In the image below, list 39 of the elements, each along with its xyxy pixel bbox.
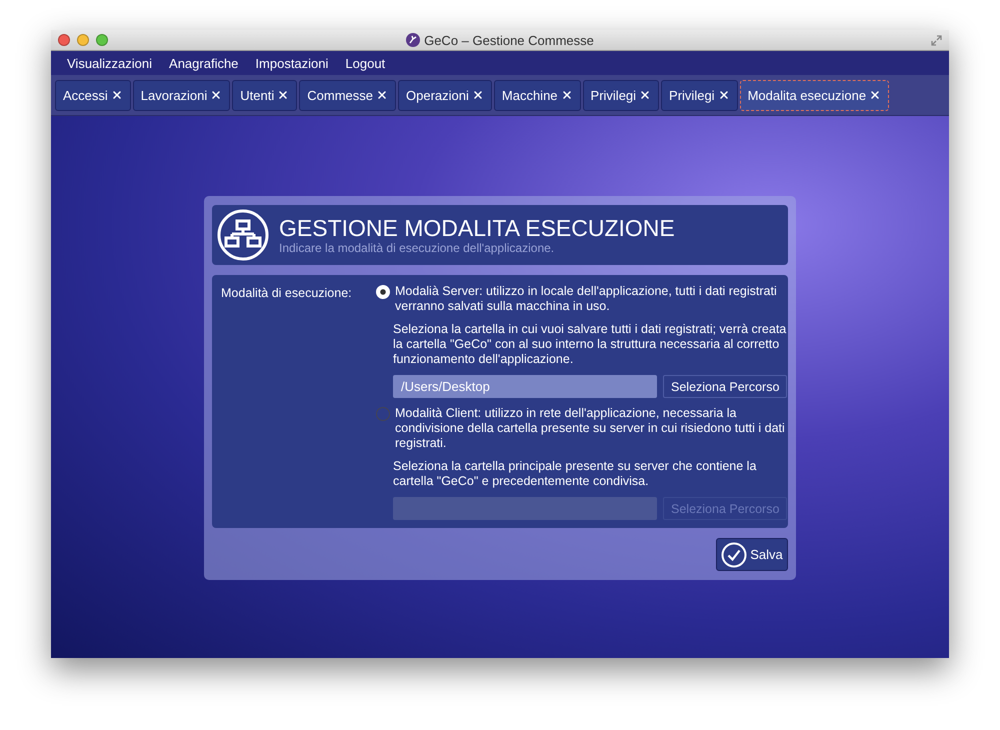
dialog-title: GESTIONE MODALITA ESECUZIONE bbox=[279, 215, 675, 241]
menu-item[interactable]: Impostazioni bbox=[255, 56, 328, 70]
tab[interactable]: Utenti bbox=[232, 80, 298, 110]
close-icon[interactable] bbox=[210, 89, 222, 101]
close-icon[interactable] bbox=[869, 89, 882, 101]
close-icon[interactable] bbox=[639, 89, 652, 101]
menu-item[interactable]: Visualizzazioni bbox=[67, 56, 152, 70]
tab[interactable]: Commesse bbox=[299, 80, 396, 110]
save-button[interactable]: Salva bbox=[716, 538, 788, 571]
option-label: Modalià Server: utilizzo in locale dell'applicazione, tutti i dati registrati verranno salvati sulla macchina in uso. bbox=[395, 284, 778, 314]
tab[interactable]: Macchine bbox=[494, 80, 581, 110]
tab[interactable]: Privilegi bbox=[661, 80, 738, 110]
option-note: Seleziona la cartella in cui vuoi salvare tutti i dati registrati; verrà creata la cartella "GeCo" con al suo interno la struttura necessaria al corretto funzionamento dell'applicazione. bbox=[392, 322, 788, 367]
tab[interactable]: Accessi bbox=[55, 80, 131, 110]
tab[interactable]: Modalita esecuzione bbox=[740, 80, 890, 110]
tab[interactable]: Privilegi bbox=[582, 80, 660, 110]
field-label: Modalità di esecuzione: bbox=[221, 286, 352, 300]
path-field[interactable]: /Users/Desktop bbox=[393, 375, 657, 398]
dialog-subtitle: Indicare la modalità di esecuzione dell'applicazione. bbox=[279, 241, 556, 255]
tab[interactable]: Operazioni bbox=[398, 80, 492, 110]
tab[interactable]: Lavorazioni bbox=[132, 80, 230, 110]
menu-item[interactable]: Anagrafiche bbox=[169, 56, 238, 70]
window-title: GeCo – Gestione Commesse bbox=[424, 32, 594, 48]
option-note: Seleziona la cartella principale presente su server che contiene la cartella "GeCo" e precedentemente condivisa. bbox=[392, 459, 758, 489]
select-path-button[interactable]: Seleziona Percorso bbox=[663, 375, 788, 398]
menu-item[interactable]: Logout bbox=[345, 56, 386, 70]
option-label: Modalità Client: utilizzo in rete dell'applicazione, necessaria la condivisione della cartella presente su server in cui risiedono tutti i dati registrati. bbox=[395, 406, 786, 451]
close-icon[interactable] bbox=[376, 89, 388, 101]
close-icon[interactable] bbox=[58, 34, 70, 46]
close-icon[interactable] bbox=[472, 89, 484, 101]
close-icon[interactable] bbox=[718, 89, 730, 101]
network-icon bbox=[217, 209, 269, 261]
checkmark-icon bbox=[721, 542, 748, 568]
zoom-icon[interactable] bbox=[96, 34, 108, 46]
close-icon[interactable] bbox=[110, 89, 123, 101]
fullscreen-icon[interactable] bbox=[931, 34, 942, 46]
close-icon[interactable] bbox=[560, 89, 573, 101]
close-icon[interactable] bbox=[277, 89, 290, 101]
app-logo-icon bbox=[406, 33, 420, 47]
